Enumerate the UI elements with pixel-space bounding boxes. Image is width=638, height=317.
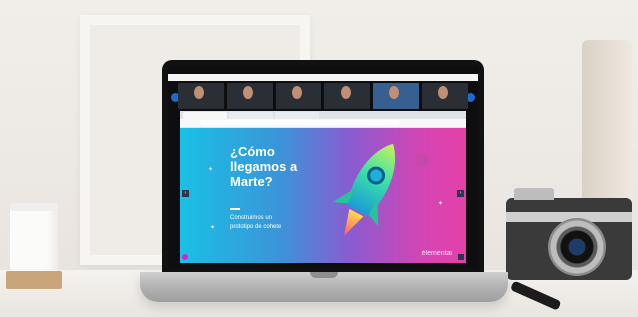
participant-avatar bbox=[389, 86, 400, 99]
laptop-base bbox=[140, 272, 508, 302]
planet-decoration bbox=[415, 153, 429, 167]
participant-tile[interactable] bbox=[373, 83, 420, 109]
presentation-slide: ✦ ✦ ✦ ¿Cómo llegamos a Marte? Construimo… bbox=[180, 128, 466, 263]
brand-logo: élementai bbox=[421, 250, 452, 257]
wooden-coaster bbox=[6, 271, 62, 289]
participants-strip bbox=[178, 83, 468, 109]
slide-title-line: llegamos a bbox=[230, 159, 298, 174]
participant-tile[interactable] bbox=[178, 83, 224, 109]
participant-avatar bbox=[194, 86, 205, 99]
white-mug bbox=[10, 203, 58, 273]
rocket-icon bbox=[332, 143, 396, 236]
slide-divider bbox=[230, 208, 240, 210]
participant-avatar bbox=[242, 86, 253, 99]
slide-prev-button[interactable]: ‹ bbox=[182, 190, 189, 197]
participant-avatar bbox=[291, 86, 302, 99]
participant-avatar bbox=[340, 86, 351, 99]
sparkle-icon: ✦ bbox=[438, 201, 444, 207]
laptop-notch bbox=[310, 272, 338, 278]
slide-title-line: Marte? bbox=[230, 174, 273, 189]
slide-corner-button[interactable] bbox=[458, 254, 464, 260]
browser-window: ✦ ✦ ✦ ¿Cómo llegamos a Marte? Construimo… bbox=[180, 111, 466, 263]
slide-title: ¿Cómo llegamos a Marte? bbox=[230, 144, 340, 189]
slide-subtitle: Construimos un prototipo de cohete bbox=[230, 214, 330, 232]
participant-avatar bbox=[438, 86, 449, 99]
plant-pot bbox=[582, 40, 632, 210]
url-field[interactable] bbox=[200, 120, 400, 125]
sparkle-icon: ✦ bbox=[208, 167, 214, 173]
camera-lens bbox=[548, 218, 606, 276]
camera-top-dial bbox=[514, 188, 554, 200]
vintage-camera bbox=[506, 188, 632, 280]
participant-tile[interactable] bbox=[226, 83, 273, 109]
slide-next-button[interactable]: › bbox=[457, 190, 464, 197]
slide-corner-badge bbox=[182, 254, 188, 260]
slide-title-line: ¿Cómo bbox=[230, 144, 275, 159]
participant-tile[interactable] bbox=[324, 83, 371, 109]
participant-tile[interactable] bbox=[275, 83, 322, 109]
browser-address-bar bbox=[180, 119, 466, 128]
slide-subtitle-line: prototipo de cohete bbox=[230, 224, 282, 230]
sparkle-icon: ✦ bbox=[210, 225, 216, 231]
browser-tab-bar bbox=[180, 111, 466, 121]
participant-tile[interactable] bbox=[422, 83, 468, 109]
laptop-screen: ✦ ✦ ✦ ¿Cómo llegamos a Marte? Construimo… bbox=[168, 66, 478, 268]
video-call-topbar bbox=[168, 74, 478, 81]
slide-subtitle-line: Construimos un bbox=[230, 215, 273, 221]
